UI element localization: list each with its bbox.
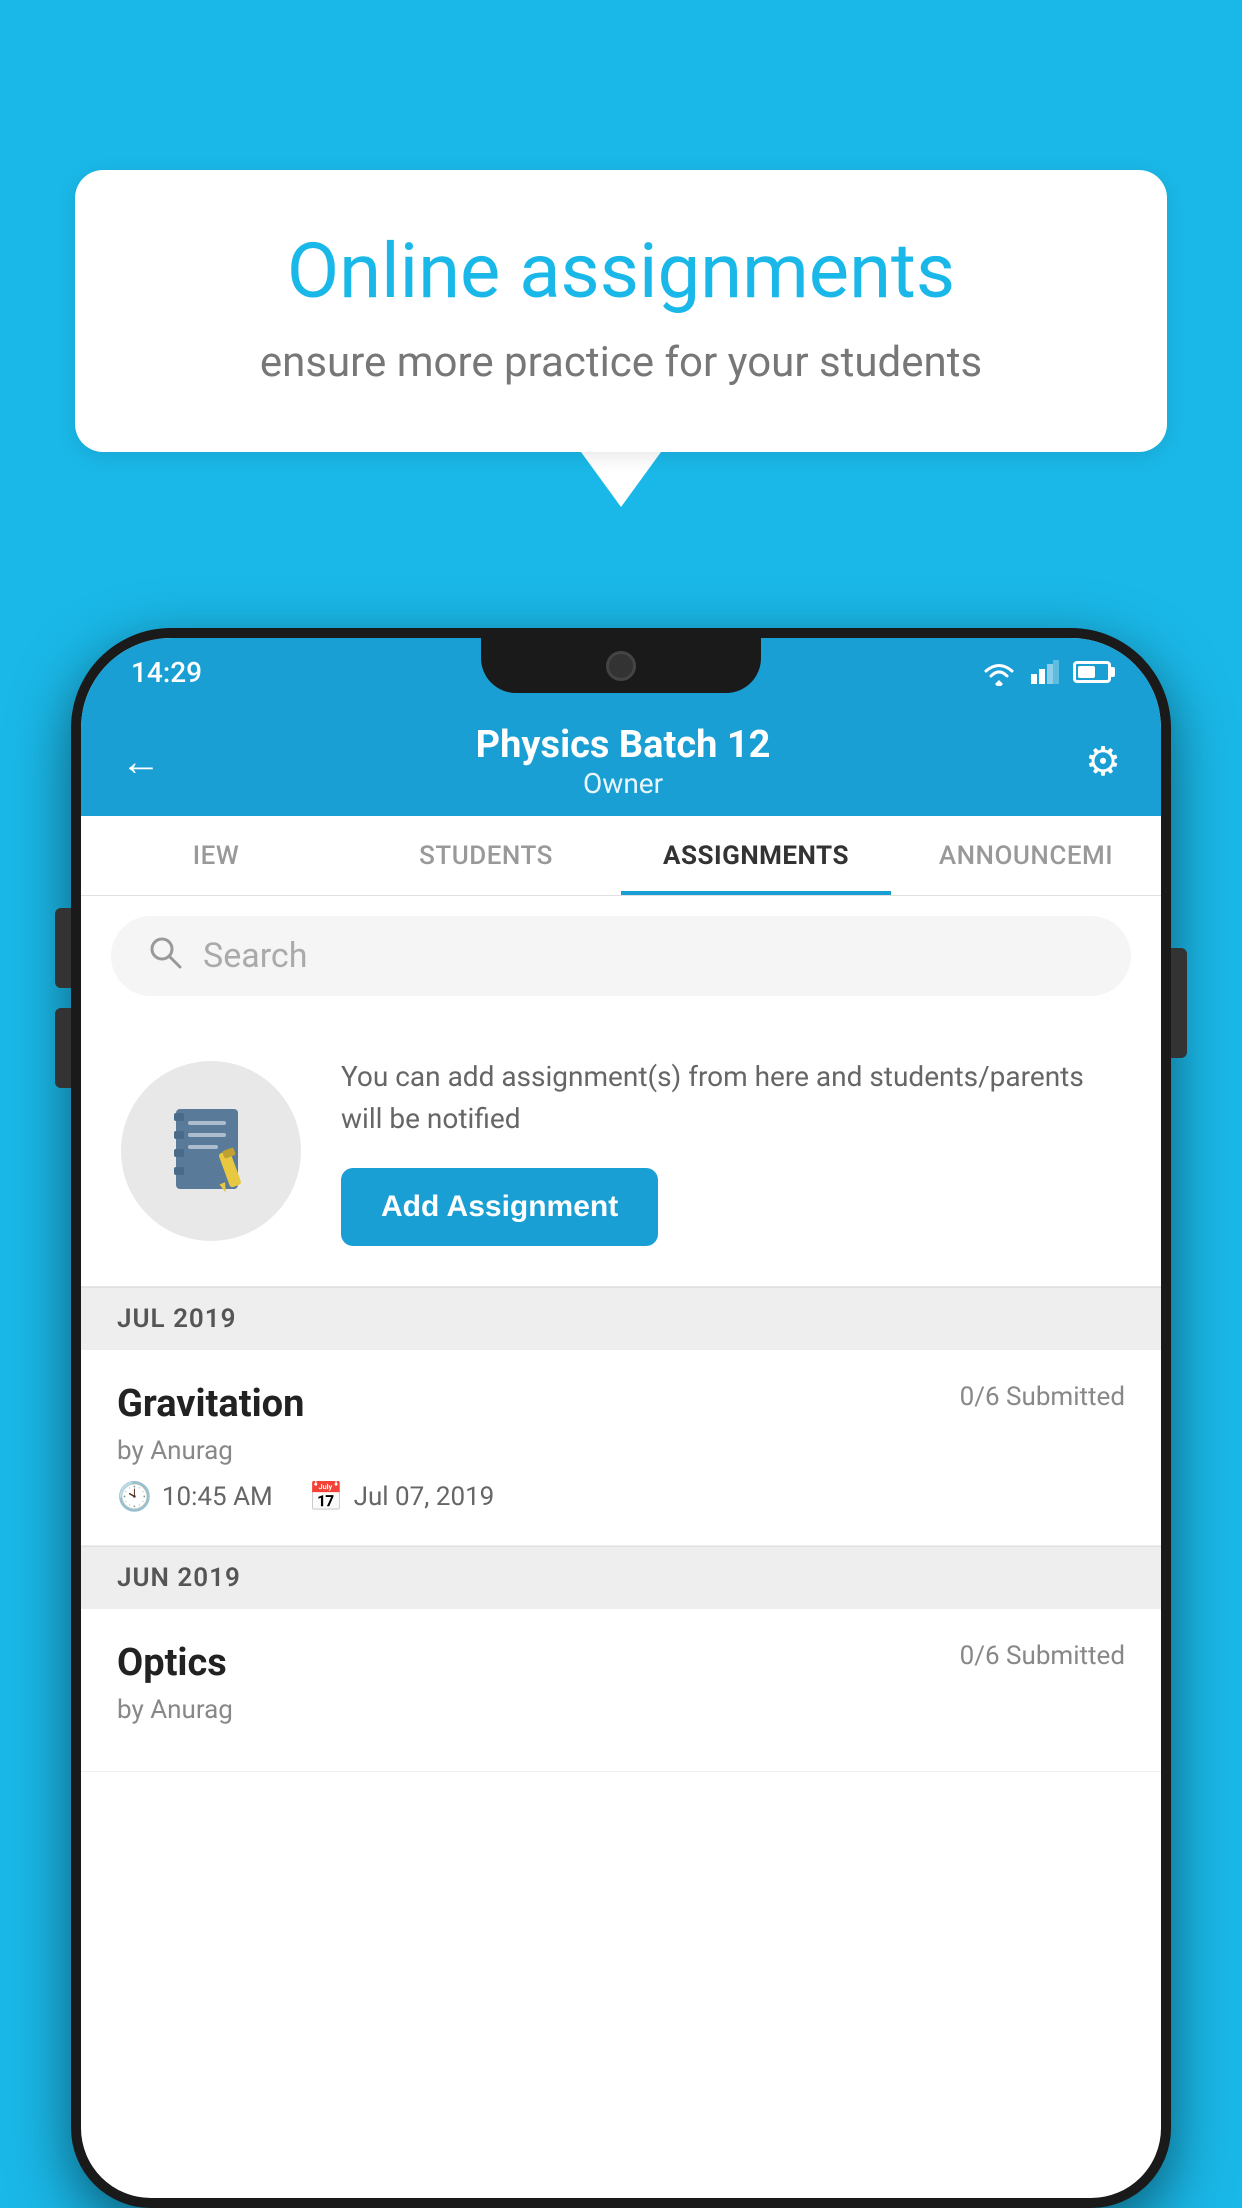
wifi-icon [981, 658, 1017, 686]
assignment-item-gravitation[interactable]: Gravitation 0/6 Submitted by Anurag 🕙 10… [81, 1350, 1161, 1546]
assignment-date-meta: 📅 Jul 07, 2019 [309, 1480, 495, 1513]
assignment-time-meta: 🕙 10:45 AM [117, 1480, 273, 1513]
status-icons [981, 658, 1111, 686]
screen-content: Search [81, 896, 1161, 1772]
notebook-icon [166, 1101, 256, 1201]
header-title-area: Physics Batch 12 Owner [476, 723, 771, 800]
promo-content: You can add assignment(s) from here and … [341, 1056, 1121, 1246]
clock-icon: 🕙 [117, 1480, 152, 1513]
add-assignment-button[interactable]: Add Assignment [341, 1168, 658, 1246]
tab-assignments[interactable]: ASSIGNMENTS [621, 816, 891, 895]
signal-icon [1031, 660, 1059, 684]
calendar-icon: 📅 [309, 1480, 344, 1513]
phone-frame: 14:29 [71, 628, 1171, 2208]
assignment-row-top-optics: Optics 0/6 Submitted [117, 1641, 1125, 1685]
battery-icon [1073, 661, 1111, 683]
speech-bubble: Online assignments ensure more practice … [75, 170, 1167, 452]
assignment-by-optics: by Anurag [117, 1695, 1125, 1725]
header-subtitle: Owner [476, 767, 771, 800]
promo-description: You can add assignment(s) from here and … [341, 1056, 1121, 1140]
speech-bubble-title: Online assignments [145, 230, 1097, 314]
status-time: 14:29 [131, 656, 202, 689]
assignment-row-top: Gravitation 0/6 Submitted [117, 1382, 1125, 1426]
tab-announcements[interactable]: ANNOUNCEMI [891, 816, 1161, 895]
tab-iew[interactable]: IEW [81, 816, 351, 895]
section-jul-2019: JUL 2019 [81, 1287, 1161, 1350]
app-header: ← Physics Batch 12 Owner ⚙ [81, 706, 1161, 816]
promo-card: You can add assignment(s) from here and … [81, 1016, 1161, 1287]
assignment-meta-gravitation: 🕙 10:45 AM 📅 Jul 07, 2019 [117, 1480, 1125, 1513]
search-placeholder: Search [203, 936, 307, 976]
promo-icon-circle [121, 1061, 301, 1241]
assignment-name-gravitation: Gravitation [117, 1382, 304, 1426]
back-button[interactable]: ← [121, 738, 161, 785]
tab-students[interactable]: STUDENTS [351, 816, 621, 895]
speech-bubble-subtitle: ensure more practice for your students [145, 338, 1097, 387]
assignment-name-optics: Optics [117, 1641, 227, 1685]
settings-button[interactable]: ⚙ [1085, 738, 1121, 785]
assignment-submitted-gravitation: 0/6 Submitted [960, 1382, 1125, 1412]
volume-up-button [55, 908, 71, 988]
search-icon [147, 934, 183, 979]
speech-bubble-arrow [581, 452, 661, 507]
assignment-submitted-optics: 0/6 Submitted [960, 1641, 1125, 1671]
search-bar[interactable]: Search [111, 916, 1131, 996]
phone-notch [481, 638, 761, 693]
phone-screen: 14:29 [81, 638, 1161, 2198]
assignment-date: Jul 07, 2019 [354, 1482, 495, 1512]
front-camera [606, 651, 636, 681]
assignment-by-gravitation: by Anurag [117, 1436, 1125, 1466]
search-container: Search [81, 896, 1161, 1016]
volume-down-button [55, 1008, 71, 1088]
assignment-item-optics[interactable]: Optics 0/6 Submitted by Anurag [81, 1609, 1161, 1772]
assignment-time: 10:45 AM [162, 1482, 273, 1512]
header-title: Physics Batch 12 [476, 723, 771, 767]
tabs-bar: IEW STUDENTS ASSIGNMENTS ANNOUNCEMI [81, 816, 1161, 896]
speech-bubble-container: Online assignments ensure more practice … [75, 170, 1167, 507]
power-button [1171, 948, 1187, 1058]
section-jun-2019: JUN 2019 [81, 1546, 1161, 1609]
